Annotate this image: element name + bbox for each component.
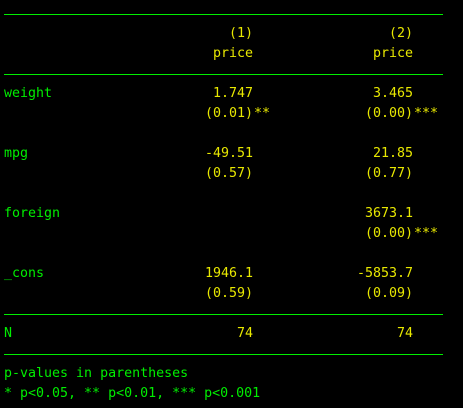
- col1-variable-header: price: [212, 46, 253, 61]
- row-label-weight: weight: [4, 86, 53, 101]
- col2-variable-header: price: [372, 46, 413, 61]
- cons-coef-col2: -5853.7: [356, 266, 413, 281]
- mpg-coef-col1: -49.51: [204, 146, 253, 161]
- mpg-pvalue-col2: (0.77): [364, 166, 413, 181]
- row-label-n: N: [4, 326, 13, 341]
- table-note-pvalues: p-values in parentheses: [4, 366, 189, 381]
- n-col2: 74: [396, 326, 413, 341]
- mpg-coef-col2: 21.85: [372, 146, 413, 161]
- n-col1: 74: [236, 326, 253, 341]
- table-bottom-rule: [4, 354, 443, 355]
- weight-stars-col2: ***: [414, 106, 439, 121]
- cons-coef-col1: 1946.1: [204, 266, 253, 281]
- cons-pvalue-col2: (0.09): [364, 286, 413, 301]
- header-rule: [4, 74, 443, 75]
- weight-coef-col1: 1.747: [212, 86, 253, 101]
- weight-coef-col2: 3.465: [372, 86, 413, 101]
- col1-number-header: (1): [228, 26, 253, 41]
- table-note-stars: * p<0.05, ** p<0.01, *** p<0.001: [4, 386, 261, 401]
- weight-pvalue-col2: (0.00): [364, 106, 413, 121]
- foreign-coef-col2: 3673.1: [364, 206, 413, 221]
- foreign-stars-col2: ***: [414, 226, 439, 241]
- col2-number-header: (2): [388, 26, 413, 41]
- weight-pvalue-col1: (0.01): [204, 106, 253, 121]
- table-top-rule: [4, 14, 443, 15]
- row-label-mpg: mpg: [4, 146, 29, 161]
- cons-pvalue-col1: (0.59): [204, 286, 253, 301]
- weight-stars-col1: **: [254, 106, 271, 121]
- row-label-cons: _cons: [4, 266, 45, 281]
- foreign-pvalue-col2: (0.00): [364, 226, 413, 241]
- stats-rule: [4, 314, 443, 315]
- row-label-foreign: foreign: [4, 206, 61, 221]
- mpg-pvalue-col1: (0.57): [204, 166, 253, 181]
